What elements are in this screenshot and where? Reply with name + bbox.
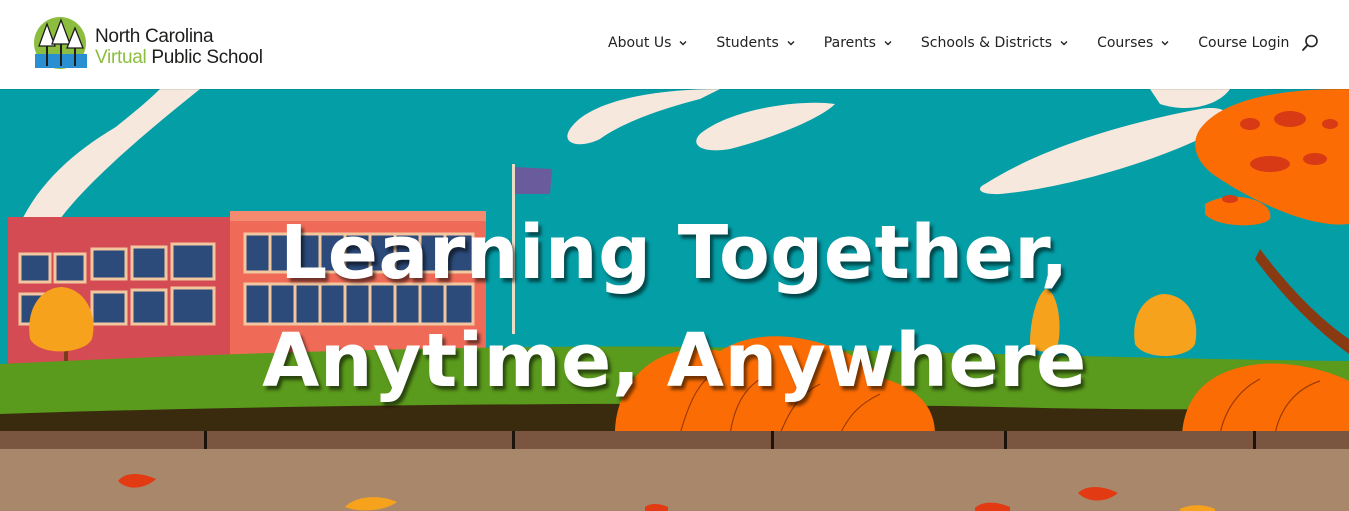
logo-accent-word: Virtual: [95, 47, 147, 68]
site-header: North Carolina Virtual Public School Abo…: [0, 0, 1349, 89]
nav-schools-districts[interactable]: Schools & Districts: [921, 35, 1069, 51]
logo-line2-rest: Public School: [146, 47, 263, 68]
search-icon[interactable]: [1300, 33, 1320, 53]
nav-students-label: Students: [716, 35, 779, 51]
chevron-down-icon: [787, 41, 795, 46]
logo-line2: Virtual Public School: [95, 47, 263, 68]
nav-about-us[interactable]: About Us: [608, 35, 688, 51]
hero-headline-line2: Anytime, Anywhere: [262, 318, 1087, 404]
chevron-down-icon: [679, 41, 687, 46]
main-nav: About Us Students Parents Schools & Dist…: [608, 33, 1289, 53]
logo-line1: North Carolina: [95, 26, 214, 47]
nav-courses[interactable]: Courses: [1097, 35, 1170, 51]
nav-courses-label: Courses: [1097, 35, 1154, 51]
nav-course-login[interactable]: Course Login: [1198, 35, 1289, 51]
nav-parents-label: Parents: [823, 35, 876, 51]
nav-course-login-label: Course Login: [1198, 35, 1290, 51]
chevron-down-icon: [1060, 41, 1068, 46]
logo-trees-icon: [34, 17, 87, 69]
hero-headline-line1: Learning Together,: [280, 210, 1069, 296]
chevron-down-icon: [1161, 41, 1169, 46]
nav-students[interactable]: Students: [716, 35, 795, 51]
nav-about-us-label: About Us: [608, 35, 672, 51]
hero-headline: Learning Together, Anytime, Anywhere: [0, 199, 1349, 415]
logo-wordmark: North Carolina Virtual Public School: [95, 26, 263, 68]
nav-schools-districts-label: Schools & Districts: [920, 35, 1053, 51]
chevron-down-icon: [884, 41, 892, 46]
hero-banner: Learning Together, Anytime, Anywhere: [0, 89, 1349, 511]
site-logo[interactable]: North Carolina Virtual Public School: [33, 16, 293, 72]
nav-parents[interactable]: Parents: [824, 35, 893, 51]
